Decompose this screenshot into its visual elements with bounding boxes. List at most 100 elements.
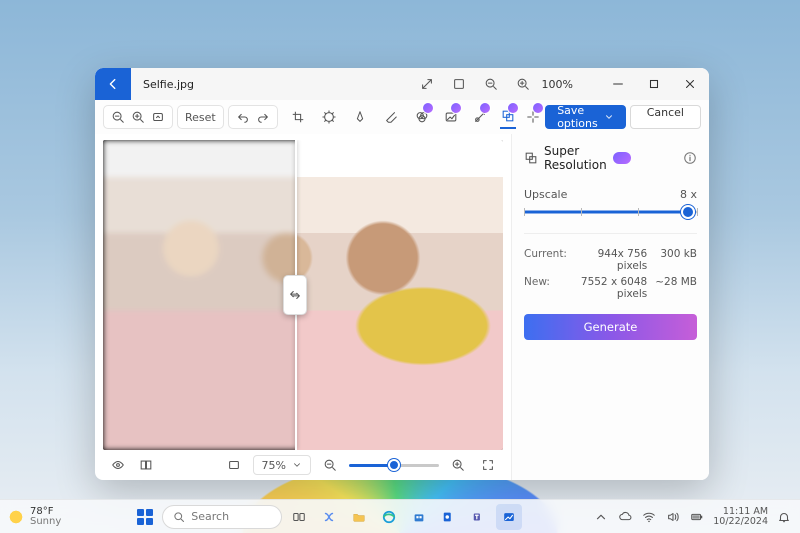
back-button[interactable] xyxy=(95,68,131,100)
erase-tool[interactable] xyxy=(383,105,400,129)
taskbar-search[interactable]: Search xyxy=(162,505,282,529)
volume-icon xyxy=(666,510,680,524)
zoom-out-titlebar-button[interactable] xyxy=(478,72,504,96)
filters-tool[interactable] xyxy=(414,105,431,129)
window-close-button[interactable] xyxy=(675,68,705,100)
arrow-left-icon xyxy=(106,77,120,91)
tray-wifi[interactable] xyxy=(641,509,657,525)
aspect-icon xyxy=(151,110,165,124)
window-minimize-button[interactable] xyxy=(603,68,633,100)
canvas-zoom-out-button[interactable] xyxy=(319,454,341,476)
compare-slider-handle[interactable] xyxy=(283,275,307,315)
task-view-icon xyxy=(292,510,306,524)
copilot-icon xyxy=(322,510,336,524)
zoom-in-button[interactable] xyxy=(131,110,145,124)
canvas-area: 75% xyxy=(95,134,511,480)
generate-button[interactable]: Generate xyxy=(524,314,697,340)
window-maximize-button[interactable] xyxy=(639,68,669,100)
background-tool[interactable] xyxy=(443,105,460,129)
view-percentage-label: 75% xyxy=(262,459,286,472)
undo-icon xyxy=(236,110,250,124)
super-resolution-icon xyxy=(524,151,538,165)
taskbar-store[interactable] xyxy=(406,504,432,530)
tray-battery[interactable] xyxy=(689,509,705,525)
cancel-label: Cancel xyxy=(647,106,684,119)
taskbar-outlook[interactable] xyxy=(436,504,462,530)
expand-diagonal-icon xyxy=(420,77,434,91)
tray-notifications[interactable] xyxy=(776,509,792,525)
taskbar-copilot[interactable] xyxy=(316,504,342,530)
zoom-in-icon xyxy=(516,77,530,91)
upscale-label: Upscale xyxy=(524,188,567,201)
taskbar-teams[interactable] xyxy=(466,504,492,530)
taskbar-photos[interactable] xyxy=(496,504,522,530)
tray-volume[interactable] xyxy=(665,509,681,525)
taskbar-weather[interactable]: 78°F Sunny xyxy=(8,507,61,527)
taskbar-edge[interactable] xyxy=(376,504,402,530)
undo-button[interactable] xyxy=(236,110,250,124)
zoom-out-icon xyxy=(323,458,337,472)
titlebar: Selfie.jpg 100% xyxy=(95,68,709,100)
taskbar-task-view[interactable] xyxy=(286,504,312,530)
sun-icon xyxy=(8,509,24,525)
adjust-tool[interactable] xyxy=(321,105,338,129)
canvas-footer: 75% xyxy=(103,450,503,480)
chevron-down-icon xyxy=(604,112,614,122)
fullscreen-button[interactable] xyxy=(477,454,499,476)
super-resolution-tool[interactable] xyxy=(500,105,517,129)
upscale-section: Upscale 8 x xyxy=(524,188,697,219)
expand-diagonal-button[interactable] xyxy=(414,72,440,96)
taskbar-explorer[interactable] xyxy=(346,504,372,530)
editor-toolbar: Reset xyxy=(95,100,709,134)
fullscreen-icon xyxy=(481,458,495,472)
info-icon xyxy=(683,151,697,165)
windows-logo-icon xyxy=(137,509,153,525)
view-percentage-dropdown[interactable]: 75% xyxy=(253,455,311,475)
new-size: ~28 MB xyxy=(655,276,697,300)
fit-to-window-button[interactable] xyxy=(446,72,472,96)
outlook-icon xyxy=(442,510,456,524)
zoom-chip-group xyxy=(103,105,173,129)
aspect-button[interactable] xyxy=(151,110,165,124)
panel-divider xyxy=(524,233,697,234)
preview-toggle-button[interactable] xyxy=(107,454,129,476)
crop-tool[interactable] xyxy=(290,105,307,129)
upscale-slider[interactable] xyxy=(524,205,697,219)
new-dimensions: 7552 x 6048 pixels xyxy=(576,276,647,300)
canvas-zoom-slider[interactable] xyxy=(349,464,439,467)
markup-icon xyxy=(353,110,367,124)
ai-badge-icon xyxy=(533,103,543,113)
canvas-zoom-in-button[interactable] xyxy=(447,454,469,476)
ai-badge-icon xyxy=(480,103,490,113)
compare-toggle-button[interactable] xyxy=(135,454,157,476)
redo-icon xyxy=(256,110,270,124)
zoom-out-icon xyxy=(484,77,498,91)
slider-tick xyxy=(697,208,698,216)
panel-info-button[interactable] xyxy=(683,151,697,165)
redo-button[interactable] xyxy=(256,110,270,124)
compare-icon xyxy=(139,458,153,472)
reset-button[interactable]: Reset xyxy=(177,105,224,129)
zoom-in-titlebar-button[interactable] xyxy=(510,72,536,96)
panel-header: Super Resolution xyxy=(524,142,697,178)
wifi-icon xyxy=(642,510,656,524)
save-options-button[interactable]: Save options xyxy=(545,105,626,129)
current-dimensions: 944x 756 pixels xyxy=(576,248,647,272)
compare-arrows-icon xyxy=(288,288,302,302)
tray-chevron-up[interactable] xyxy=(593,509,609,525)
taskbar-tray: 11:11 AM 10/22/2024 xyxy=(593,507,792,526)
image-canvas[interactable] xyxy=(103,140,503,450)
super-resolution-panel: Super Resolution Upscale 8 x xyxy=(511,134,709,480)
fit-screen-button[interactable] xyxy=(223,454,245,476)
start-button[interactable] xyxy=(132,504,158,530)
slider-thumb[interactable] xyxy=(681,205,695,219)
more-ai-tool[interactable] xyxy=(524,105,541,129)
slider-thumb[interactable] xyxy=(388,459,400,471)
cancel-button[interactable]: Cancel xyxy=(630,105,701,129)
retouch-tool[interactable] xyxy=(471,105,488,129)
photos-app-window: Selfie.jpg 100% xyxy=(95,68,709,480)
zoom-out-button[interactable] xyxy=(111,110,125,124)
tray-clock[interactable]: 11:11 AM 10/22/2024 xyxy=(713,507,768,526)
markup-tool[interactable] xyxy=(352,105,369,129)
tray-onedrive[interactable] xyxy=(617,509,633,525)
